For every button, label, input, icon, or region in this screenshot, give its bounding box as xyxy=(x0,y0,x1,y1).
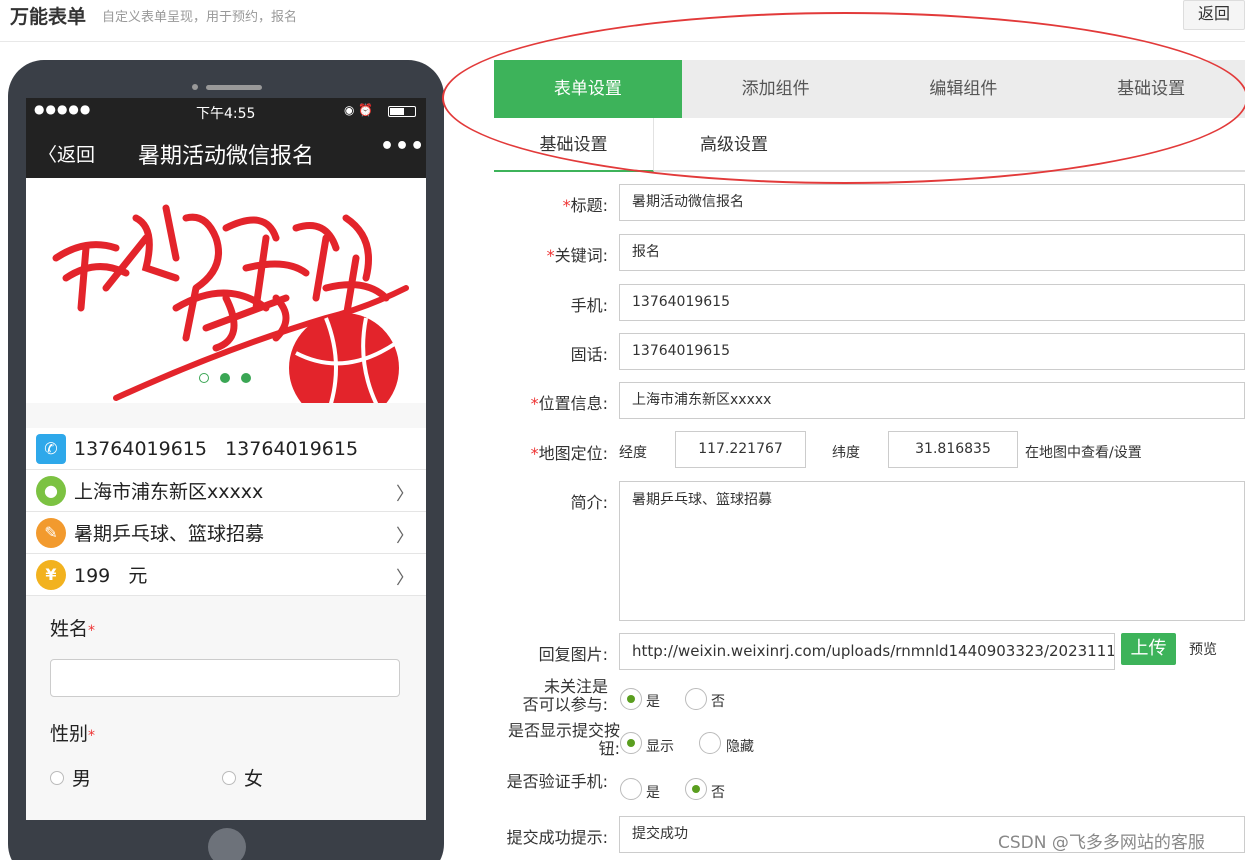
submit-show-radio[interactable] xyxy=(620,732,642,754)
title-input[interactable]: 暑期活动微信报名 xyxy=(619,184,1245,221)
page-subtitle: 自定义表单呈现，用于预约，报名 xyxy=(102,10,298,25)
back-button[interactable]: 返回 xyxy=(1183,0,1245,30)
status-time: 下午4:55 xyxy=(196,106,256,122)
subtab-basic[interactable]: 基础设置 xyxy=(494,118,654,172)
banner-dot[interactable] xyxy=(199,373,209,383)
info-list: ✆ 13764019615 13764019615 ● 上海市浦东新区xxxxx… xyxy=(26,428,426,596)
gender-male-radio[interactable]: 男 xyxy=(50,764,222,791)
mobile-input[interactable]: 13764019615 xyxy=(619,284,1245,321)
more-icon[interactable]: ••• xyxy=(380,134,425,159)
phone-speaker xyxy=(206,85,262,90)
address-input[interactable]: 上海市浦东新区xxxxx xyxy=(619,382,1245,419)
verify-yes-radio[interactable] xyxy=(620,778,642,800)
follow-no-radio[interactable] xyxy=(685,688,707,710)
longitude-label: 经度 xyxy=(619,445,647,461)
upload-button[interactable]: 上传 xyxy=(1121,633,1176,665)
phone-nav-title: 暑期活动微信报名 xyxy=(137,144,314,169)
location-pin-icon: ● xyxy=(36,475,66,506)
alarm-icon: ◉ ⏰ xyxy=(344,103,374,117)
info-text: 13764019615 13764019615 xyxy=(74,437,359,460)
phone-form: 姓名* 性别* 男 女 xyxy=(26,596,426,809)
chevron-right-icon: 〉 xyxy=(396,526,414,547)
banner-dot[interactable] xyxy=(241,373,251,383)
chevron-right-icon: 〉 xyxy=(396,568,414,589)
sub-tabs: 基础设置 高级设置 xyxy=(494,118,1245,172)
latitude-label: 纬度 xyxy=(832,445,860,461)
banner-dot[interactable] xyxy=(220,373,230,383)
longitude-input[interactable]: 117.221767 xyxy=(675,431,806,468)
info-row-intro[interactable]: ✎ 暑期乒乓球、篮球招募 〉 xyxy=(26,512,426,554)
info-text: 暑期乒乓球、篮球招募 xyxy=(74,523,265,545)
yen-icon: ¥ xyxy=(36,559,66,590)
tab-basic-settings[interactable]: 基础设置 xyxy=(1057,60,1245,118)
map-view-link[interactable]: 在地图中查看/设置 xyxy=(1025,442,1142,462)
chevron-right-icon: 〉 xyxy=(396,484,414,505)
main-tabs: 表单设置 添加组件 编辑组件 基础设置 xyxy=(494,60,1245,118)
banner-image xyxy=(26,178,426,403)
subtab-advanced[interactable]: 高级设置 xyxy=(654,118,814,172)
tab-add-component[interactable]: 添加组件 xyxy=(682,60,870,118)
phone-navbar: 〈返回 暑期活动微信报名 ••• xyxy=(26,126,426,178)
phone-home-button xyxy=(208,828,246,860)
info-row-address[interactable]: ● 上海市浦东新区xxxxx 〉 xyxy=(26,470,426,512)
signal-icon: ●●●●● xyxy=(34,102,92,116)
info-row-phone[interactable]: ✆ 13764019615 13764019615 xyxy=(26,428,426,470)
verify-no-radio[interactable] xyxy=(685,778,707,800)
intro-textarea[interactable]: 暑期乒乓球、篮球招募 xyxy=(619,481,1245,621)
page-header: 万能表单 自定义表单呈现，用于预约，报名 返回 xyxy=(0,0,1245,42)
submit-hide-radio[interactable] xyxy=(699,732,721,754)
name-label: 姓名* xyxy=(50,618,96,640)
phone-preview: ●●●●● 下午4:55 ◉ ⏰ 〈返回 暑期活动微信报名 ••• ✆ 1376… xyxy=(8,60,444,860)
banner-pagination[interactable] xyxy=(199,368,262,387)
phone-icon: ✆ xyxy=(36,433,66,464)
gender-label: 性别* xyxy=(50,723,96,745)
info-text: 上海市浦东新区xxxxx xyxy=(74,481,264,503)
info-text: 199 元 xyxy=(74,565,148,587)
info-row-price[interactable]: ¥ 199 元 〉 xyxy=(26,554,426,596)
gender-female-radio[interactable]: 女 xyxy=(222,764,394,791)
phone-camera xyxy=(192,84,198,90)
tab-edit-component[interactable]: 编辑组件 xyxy=(870,60,1058,118)
preview-link[interactable]: 预览 xyxy=(1189,639,1217,659)
tel-input[interactable]: 13764019615 xyxy=(619,333,1245,370)
name-input[interactable] xyxy=(50,659,400,697)
gender-options: 男 女 xyxy=(50,764,402,791)
tab-form-settings[interactable]: 表单设置 xyxy=(494,60,682,118)
follow-yes-radio[interactable] xyxy=(620,688,642,710)
watermark: CSDN @飞多多网站的客服 xyxy=(998,833,1205,853)
status-bar: ●●●●● 下午4:55 ◉ ⏰ xyxy=(26,98,426,126)
page-title: 万能表单 xyxy=(10,6,87,28)
latitude-input[interactable]: 31.816835 xyxy=(888,431,1018,468)
battery-icon xyxy=(388,106,416,117)
pencil-icon: ✎ xyxy=(36,517,66,548)
phone-screen: ●●●●● 下午4:55 ◉ ⏰ 〈返回 暑期活动微信报名 ••• ✆ 1376… xyxy=(26,98,426,820)
reply-image-input[interactable]: http://weixin.weixinrj.com/uploads/rnmnl… xyxy=(619,633,1115,670)
keyword-input[interactable]: 报名 xyxy=(619,234,1245,271)
